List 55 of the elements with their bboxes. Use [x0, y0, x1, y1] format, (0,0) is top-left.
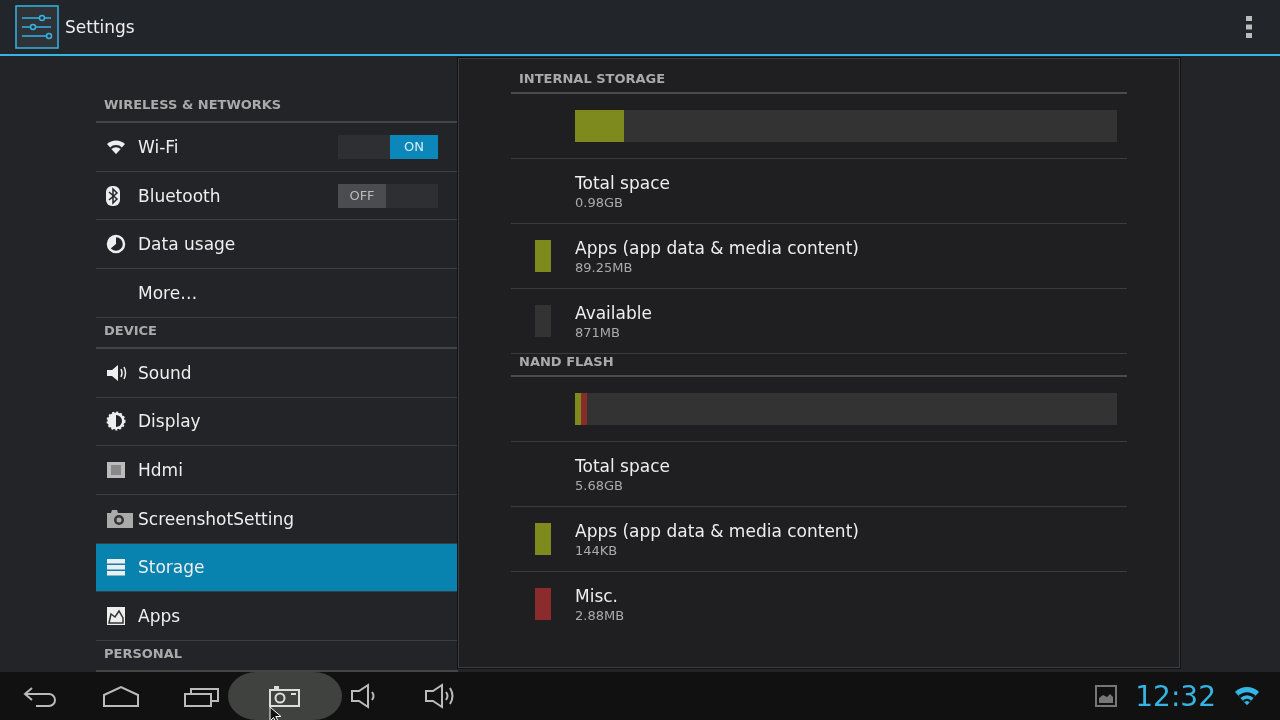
row-label: Apps (app data & media content) — [575, 520, 859, 541]
section-header: NAND FLASH — [511, 354, 1127, 377]
image-icon[interactable] — [1095, 685, 1118, 707]
camera-icon — [106, 508, 134, 529]
app-title: Settings — [65, 17, 136, 37]
row-value: 2.88MB — [575, 607, 625, 623]
home-icon[interactable] — [102, 685, 140, 707]
item-label: ScreenshotSetting — [138, 508, 295, 529]
camera-icon — [269, 685, 301, 707]
brightness-icon — [106, 411, 126, 432]
storage-row[interactable]: Apps (app data & media content) 89.25MB — [511, 224, 1127, 289]
row-value: 871MB — [575, 324, 621, 340]
item-label: Storage — [138, 557, 206, 578]
mouse-cursor-icon — [269, 706, 283, 720]
section-header: INTERNAL STORAGE — [511, 71, 1127, 94]
sliders-icon[interactable] — [15, 5, 59, 49]
wifi-icon — [106, 138, 126, 155]
item-label: Hdmi — [138, 460, 184, 481]
bluetooth-icon — [106, 185, 120, 206]
storage-row[interactable]: Total space 5.68GB — [511, 442, 1127, 507]
item-label: Data usage — [138, 234, 237, 255]
toggle-switch[interactable]: OFF — [338, 183, 438, 208]
clock: 12:32 — [1135, 679, 1216, 713]
row-value: 89.25MB — [575, 259, 634, 275]
row-label: Apps (app data & media content) — [575, 237, 859, 258]
item-label: Apps — [138, 606, 182, 627]
item-label: Bluetooth — [138, 185, 222, 206]
pie-chart-icon — [106, 234, 126, 255]
item-label: Display — [138, 411, 202, 432]
wifi-icon — [1234, 686, 1260, 706]
row-value: 5.68GB — [575, 477, 624, 493]
row-label: Total space — [575, 455, 670, 476]
screenshot-button[interactable] — [228, 672, 342, 720]
row-label: Misc. — [575, 585, 619, 606]
storage-icon — [106, 558, 126, 577]
back-icon[interactable] — [22, 685, 58, 707]
storage-row[interactable]: Apps (app data & media content) 144KB — [511, 507, 1127, 572]
item-label: Wi-Fi — [138, 136, 180, 157]
storage-row[interactable]: Misc. 2.88MB — [511, 572, 1127, 636]
settings-item[interactable]: Wi-Fi ON — [96, 123, 458, 172]
row-label: Available — [575, 302, 652, 323]
settings-item[interactable]: Storage — [96, 543, 458, 593]
item-label: Sound — [138, 362, 193, 383]
row-value: 144KB — [575, 542, 619, 558]
overflow-menu-icon[interactable] — [1246, 16, 1252, 38]
row-label: Total space — [575, 172, 670, 193]
storage-row[interactable]: Available 871MB — [511, 289, 1127, 354]
row-value: 0.98GB — [575, 194, 624, 210]
item-label: More… — [138, 282, 199, 303]
settings-item[interactable]: Bluetooth OFF — [96, 171, 458, 221]
picture-icon — [106, 606, 126, 627]
storage-row[interactable]: Total space 0.98GB — [511, 159, 1127, 224]
recent-apps-icon[interactable] — [184, 685, 220, 707]
speaker-icon — [106, 362, 128, 383]
monitor-icon — [106, 460, 126, 481]
